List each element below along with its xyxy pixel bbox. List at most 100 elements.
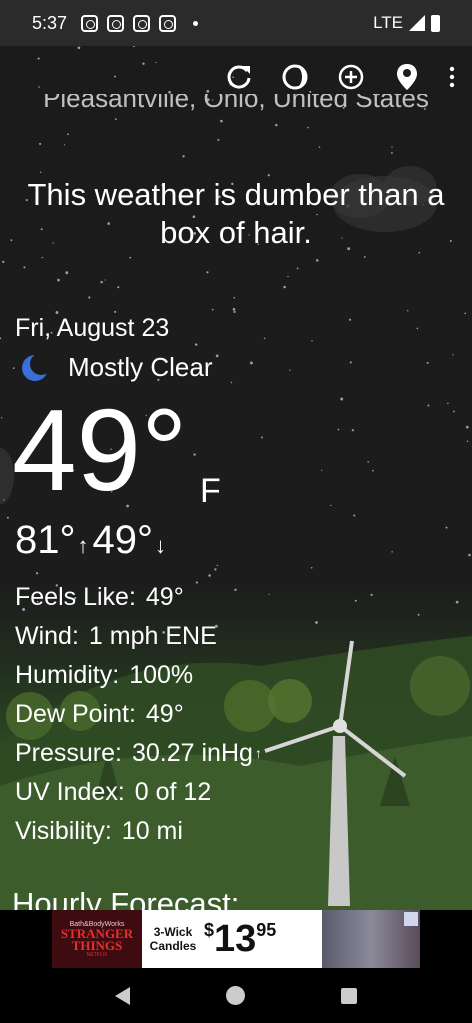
signal-icon — [409, 15, 425, 31]
weather-scene: Pleasantville, Ohio, United States This … — [0, 46, 472, 910]
star — [216, 564, 218, 567]
star — [372, 469, 374, 472]
star — [217, 138, 220, 141]
star — [1, 417, 3, 419]
ad-price-cents: 95 — [256, 919, 277, 940]
star — [114, 118, 117, 121]
star — [452, 354, 454, 356]
instagram-icon — [107, 14, 125, 32]
back-icon[interactable] — [115, 986, 130, 1005]
pressure-rising-icon: ↑ — [254, 745, 262, 761]
star — [268, 593, 270, 595]
star — [39, 171, 42, 174]
star — [426, 361, 429, 364]
star — [310, 566, 313, 569]
moon-icon — [22, 352, 50, 381]
star — [220, 119, 223, 123]
star — [233, 310, 236, 313]
star — [142, 62, 145, 65]
star — [232, 307, 236, 311]
dew-point-value: 49° — [145, 700, 184, 728]
star — [289, 369, 291, 371]
star — [37, 57, 40, 60]
condition-row: Mostly Clear — [20, 352, 212, 383]
star — [337, 428, 340, 431]
feels-like-value: 49° — [145, 583, 184, 611]
star — [206, 89, 210, 93]
star — [263, 337, 266, 340]
star — [67, 133, 69, 136]
feels-like-row: Feels Like: 49° — [15, 582, 262, 621]
star — [38, 86, 40, 88]
star — [318, 146, 321, 148]
dew-point-row: Dew Point: 49° — [15, 699, 262, 738]
star — [465, 425, 469, 429]
location-pin-icon[interactable] — [392, 62, 422, 92]
star — [340, 397, 344, 401]
ad-content[interactable]: Bath&BodyWorks STRANGER THINGS NETFLIX 3… — [52, 910, 420, 968]
star — [391, 146, 393, 148]
star — [77, 46, 81, 50]
humidity-label: Humidity: — [15, 661, 120, 689]
star — [114, 75, 116, 78]
high-low-temperature: 81° ↑ 49° ↓ — [15, 518, 170, 563]
uv-index-label: UV Index: — [15, 778, 125, 806]
status-bar: 5:37 LTE — [0, 0, 472, 46]
humidity-value: 100% — [129, 661, 194, 689]
instagram-icon — [81, 14, 99, 32]
home-icon[interactable] — [226, 986, 245, 1005]
star — [117, 286, 120, 289]
star — [296, 267, 299, 270]
forecast-date: Fri, August 23 — [15, 314, 170, 342]
weather-details: Feels Like: 49° Wind: 1 mph ENE Humidity… — [15, 582, 262, 855]
down-arrow-icon: ↓ — [155, 533, 166, 558]
star — [391, 551, 393, 553]
theme-icon[interactable] — [280, 62, 310, 92]
star — [41, 256, 43, 259]
star — [447, 402, 449, 405]
star — [311, 340, 313, 342]
high-temperature: 81° — [15, 518, 76, 562]
ad-banner: Bath&BodyWorks STRANGER THINGS NETFLIX 3… — [0, 910, 472, 968]
ad-choices-icon[interactable] — [404, 912, 418, 926]
refresh-icon[interactable] — [224, 62, 254, 92]
star — [230, 381, 233, 384]
dew-point-label: Dew Point: — [15, 700, 136, 728]
star — [12, 367, 15, 369]
star — [215, 354, 219, 358]
ad-price: $ 13 95 — [204, 918, 276, 961]
recents-icon[interactable] — [341, 987, 357, 1004]
network-label: LTE — [373, 13, 403, 32]
current-temperature: 49° — [12, 385, 188, 515]
star — [321, 469, 323, 471]
star — [132, 46, 136, 48]
star — [348, 318, 352, 321]
star — [193, 453, 196, 456]
star — [445, 526, 448, 529]
star — [6, 516, 9, 519]
star — [208, 574, 211, 577]
star — [10, 239, 13, 242]
temperature-unit: F — [200, 472, 221, 510]
ad-product-text: 3-Wick Candles — [149, 925, 197, 953]
star — [407, 310, 409, 312]
status-time: 5:37 — [32, 12, 68, 33]
star — [63, 144, 66, 146]
star — [275, 123, 278, 127]
star — [0, 337, 2, 340]
up-arrow-icon: ↑ — [77, 533, 89, 558]
low-temperature: 49° — [92, 518, 154, 562]
instagram-icon — [133, 14, 151, 32]
star — [315, 259, 319, 262]
star — [100, 280, 103, 284]
ad-price-symbol: $ — [204, 919, 215, 940]
star — [104, 279, 107, 281]
wind-row: Wind: 1 mph ENE — [15, 621, 262, 660]
star — [39, 142, 42, 145]
star — [353, 514, 356, 517]
more-options-icon[interactable] — [448, 62, 456, 92]
add-location-icon[interactable] — [336, 62, 366, 92]
star — [453, 410, 455, 413]
star — [468, 553, 471, 557]
toolbar — [224, 62, 456, 92]
